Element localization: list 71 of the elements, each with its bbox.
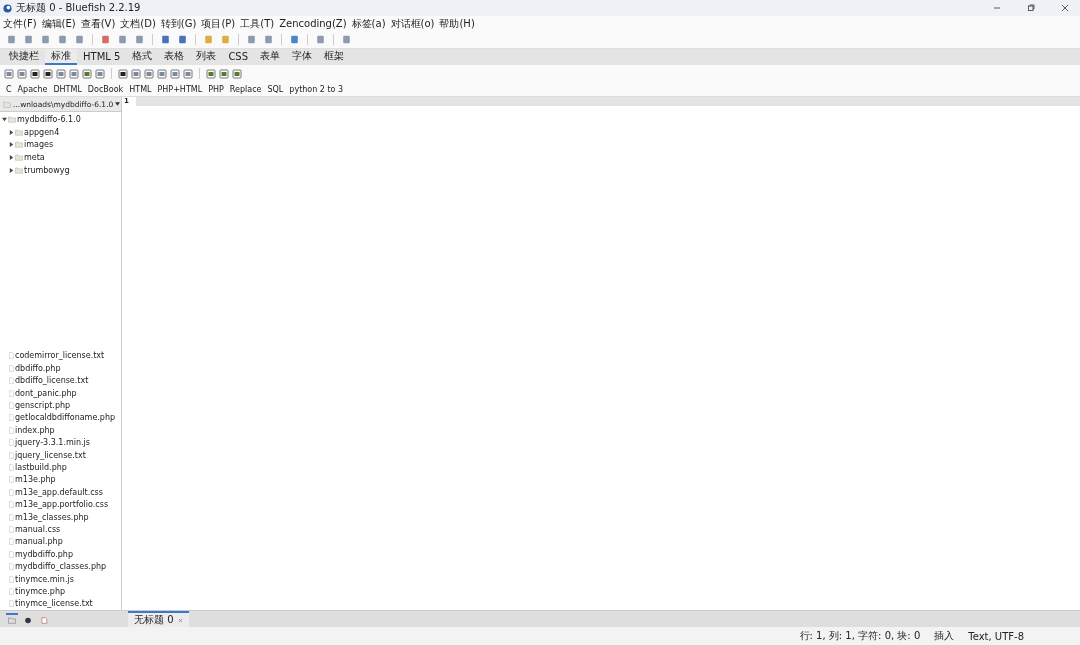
menu-item[interactable]: 转到(G) bbox=[160, 16, 197, 31]
file-item[interactable]: getlocaldbdiffoname.php bbox=[15, 413, 116, 423]
menu-item[interactable]: Zencoding(Z) bbox=[279, 18, 347, 29]
file-item[interactable]: dbdiffo.php bbox=[15, 363, 61, 373]
snippet-menu[interactable]: C bbox=[6, 84, 12, 94]
file-item[interactable]: manual.php bbox=[15, 537, 63, 547]
caret-icon bbox=[115, 102, 121, 106]
document-tab[interactable]: 无标题 0 bbox=[128, 611, 189, 627]
toolbar-tab[interactable]: 快捷栏 bbox=[3, 49, 45, 65]
file-item[interactable]: tinymce.php bbox=[15, 586, 66, 596]
snippet-menu[interactable]: PHP+HTML bbox=[157, 84, 203, 94]
file-item[interactable]: manual.css bbox=[15, 524, 61, 534]
file-item[interactable]: jquery-3.3.1.min.js bbox=[15, 438, 90, 448]
snippet-menu[interactable]: python 2 to 3 bbox=[289, 84, 344, 94]
toolbar-tab[interactable]: 格式 bbox=[126, 49, 159, 65]
app-logo-icon bbox=[3, 3, 12, 13]
file-item[interactable]: index.php bbox=[15, 425, 55, 435]
toolbar-tab[interactable]: 标准 bbox=[45, 49, 77, 65]
tree-item[interactable]: appgen4 bbox=[24, 127, 60, 137]
menu-item[interactable]: 标签(a) bbox=[351, 16, 386, 31]
insert-mode: 插入 bbox=[934, 629, 955, 643]
expander-icon[interactable] bbox=[9, 142, 14, 148]
file-item[interactable]: dbdiffo_license.txt bbox=[15, 376, 89, 386]
snippet-menu[interactable]: Replace bbox=[229, 84, 262, 94]
file-item[interactable]: m13e_app.portfolio.css bbox=[15, 500, 109, 510]
expander-icon[interactable] bbox=[9, 167, 14, 173]
file-item[interactable]: dont_panic.php bbox=[15, 388, 77, 398]
expander-icon[interactable] bbox=[2, 116, 7, 122]
snippet-menu[interactable]: PHP bbox=[208, 84, 224, 94]
menu-item[interactable]: 对话框(o) bbox=[390, 16, 435, 31]
file-item[interactable]: lastbuild.php bbox=[15, 463, 67, 472]
menu-item[interactable]: 工具(T) bbox=[240, 16, 275, 31]
cursor-position: 行: 1, 列: 1, 字符: 0, 块: 0 bbox=[799, 629, 921, 643]
file-item[interactable]: mydbdiffo.php bbox=[15, 549, 74, 559]
snippet-menu[interactable]: HTML bbox=[129, 84, 152, 94]
file-item[interactable]: m13e.php bbox=[15, 475, 56, 485]
tree-item[interactable]: images bbox=[24, 140, 54, 150]
toolbar-tab[interactable]: 表格 bbox=[158, 49, 191, 65]
menu-item[interactable]: 文档(D) bbox=[120, 16, 156, 31]
tree-item[interactable]: trumbowyg bbox=[24, 165, 70, 175]
file-item[interactable]: m13e_app.default.css bbox=[15, 487, 103, 497]
file-item[interactable]: m13e_classes.php bbox=[15, 512, 89, 522]
expander-icon[interactable] bbox=[9, 129, 14, 135]
menu-item[interactable]: 编辑(E) bbox=[41, 16, 76, 31]
restore-icon[interactable] bbox=[1026, 3, 1036, 13]
expander-icon[interactable] bbox=[9, 154, 14, 160]
snippet-menu[interactable]: DocBook bbox=[87, 84, 124, 94]
snippet-menu[interactable]: DHTML bbox=[53, 84, 82, 94]
tree-item[interactable]: mydbdiffo-6.1.0 bbox=[17, 114, 81, 124]
file-item[interactable]: tinymce_license.txt bbox=[15, 599, 93, 609]
toolbar-tab[interactable]: 框架 bbox=[318, 49, 351, 65]
file-item[interactable]: jquery_license.txt bbox=[15, 450, 86, 460]
file-item[interactable]: genscript.php bbox=[15, 401, 71, 411]
toolbar-tab[interactable]: CSS bbox=[222, 49, 255, 65]
encoding-status: Text, UTF-8 bbox=[968, 630, 1024, 642]
folder-icon bbox=[8, 616, 16, 624]
file-item[interactable]: codemirror_license.txt bbox=[15, 351, 105, 361]
file-item[interactable]: tinymce.min.js bbox=[15, 574, 74, 584]
menu-item[interactable]: 查看(V) bbox=[80, 16, 116, 31]
toolbar-tab[interactable]: 列表 bbox=[190, 49, 223, 65]
menu-item[interactable]: 帮助(H) bbox=[439, 16, 475, 31]
toolbar-tab[interactable]: HTML 5 bbox=[77, 49, 127, 65]
toolbar-tab[interactable]: 字体 bbox=[286, 49, 319, 65]
tree-item[interactable]: meta bbox=[24, 152, 45, 162]
toolbar-tab[interactable]: 表单 bbox=[254, 49, 287, 65]
snippet-menu[interactable]: Apache bbox=[17, 84, 48, 94]
snippet-menu[interactable]: SQL bbox=[267, 84, 284, 94]
window-title: 无标题 0 - Bluefish 2.2.19 bbox=[16, 1, 141, 15]
menu-item[interactable]: 项目(P) bbox=[201, 16, 236, 31]
file-item[interactable]: mydbdiffo_classes.php bbox=[15, 562, 107, 572]
menu-item[interactable]: 文件(F) bbox=[3, 16, 37, 31]
